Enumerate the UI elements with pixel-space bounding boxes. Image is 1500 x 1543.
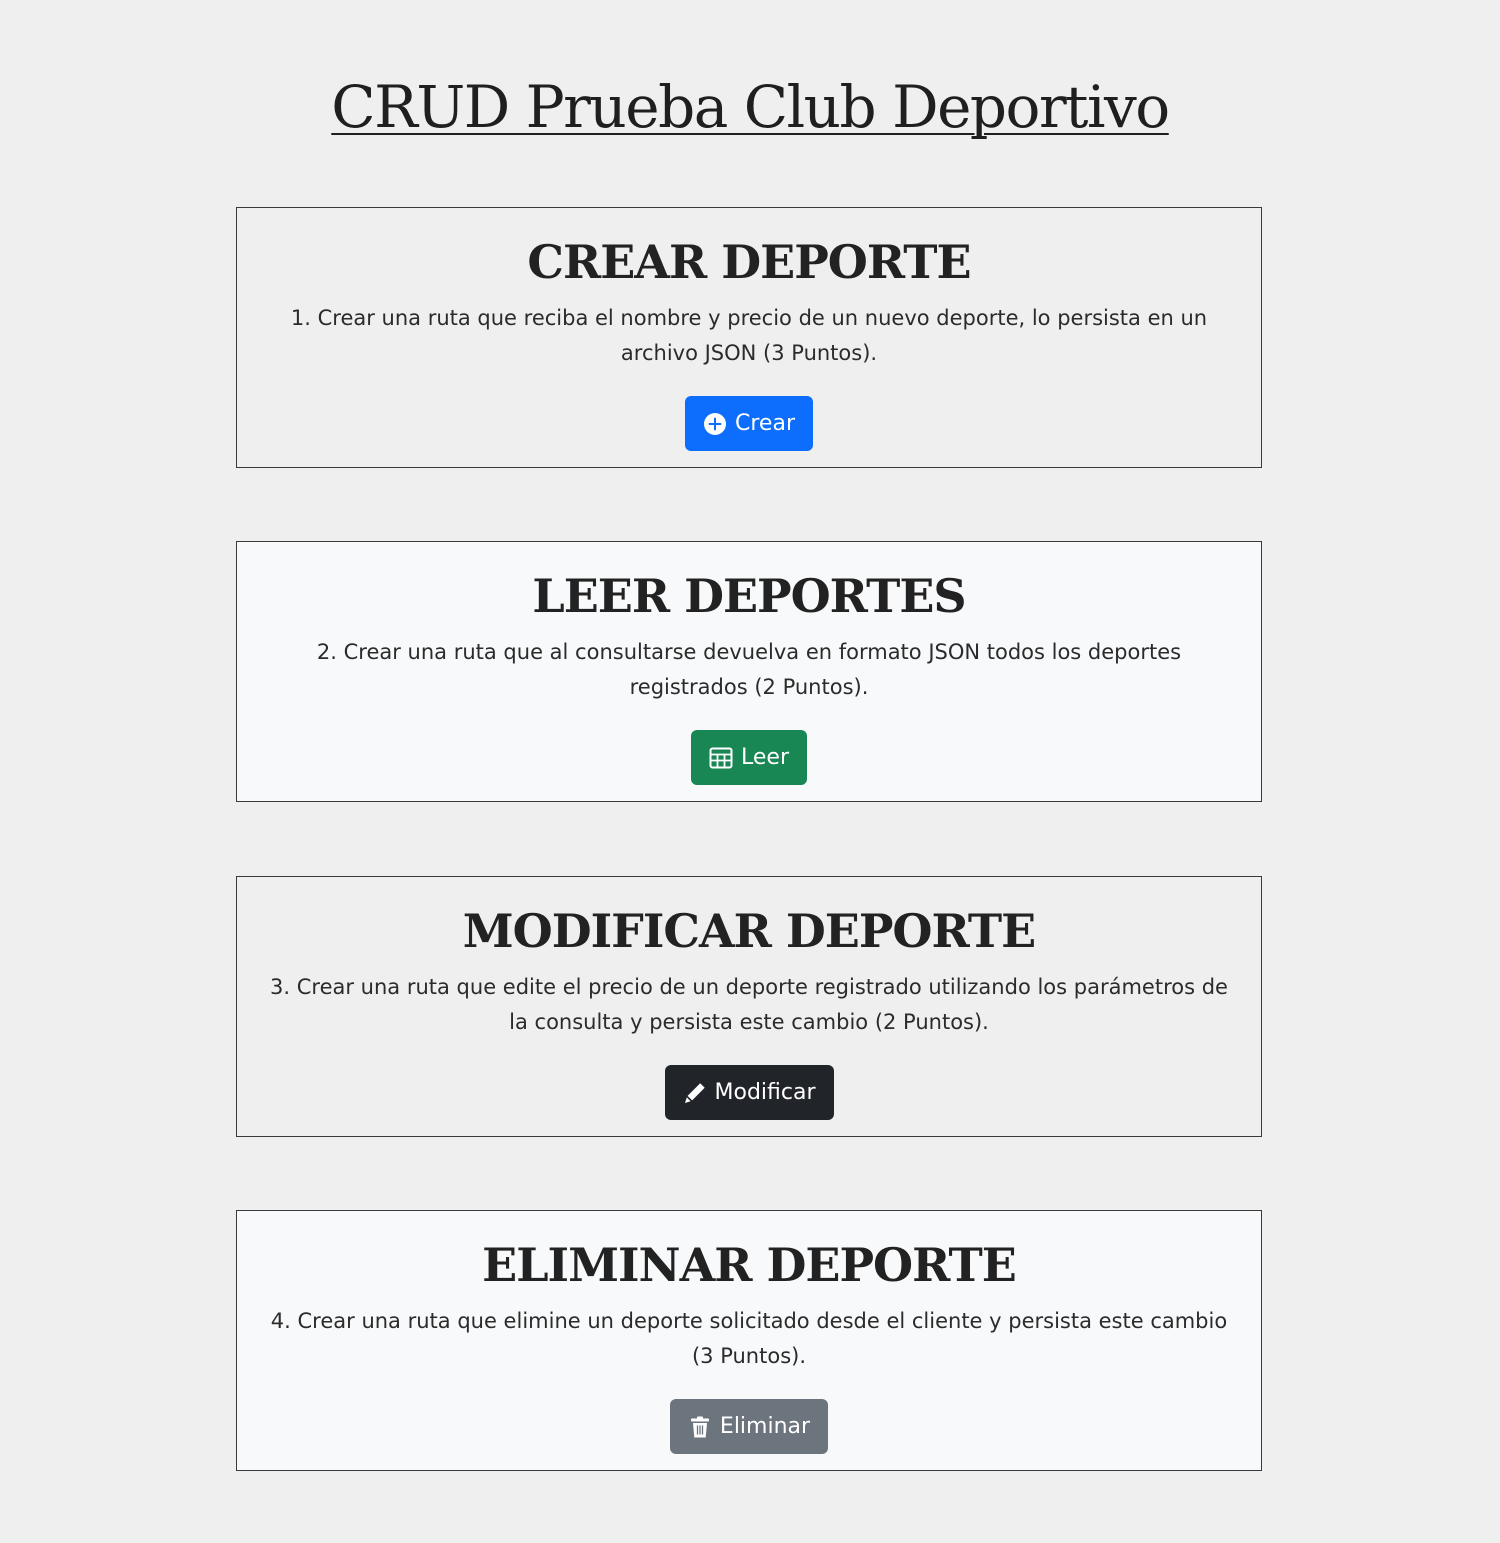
trash-icon — [688, 1415, 712, 1439]
modificar-button[interactable]: Modificar — [664, 1065, 834, 1120]
leer-button[interactable]: Leer — [691, 730, 807, 785]
table-icon — [709, 746, 733, 770]
card-title: CREAR DEPORTE — [527, 235, 971, 289]
card-description: 2. Crear una ruta que al consultarse dev… — [316, 640, 1182, 699]
card-description: 4. Crear una ruta que elimine un deporte… — [270, 1309, 1228, 1368]
eliminar-button-label: Eliminar — [719, 1414, 811, 1439]
card-title: ELIMINAR DEPORTE — [482, 1238, 1017, 1292]
eliminar-button[interactable]: Eliminar — [669, 1399, 829, 1454]
card-description: 3. Crear una ruta que edite el precio de… — [270, 975, 1228, 1034]
modificar-button-label: Modificar — [714, 1080, 816, 1105]
card-description: 1. Crear una ruta que reciba el nombre y… — [290, 306, 1208, 365]
crear-button-label: Crear — [735, 411, 795, 436]
pencil-icon — [683, 1081, 707, 1105]
card-modificar-deporte: MODIFICAR DEPORTE 3. Crear una ruta que … — [236, 876, 1262, 1137]
card-title: MODIFICAR DEPORTE — [462, 904, 1036, 958]
leer-button-label: Leer — [741, 745, 789, 770]
crear-button[interactable]: Crear — [685, 396, 813, 451]
page-title: CRUD Prueba Club Deportivo — [331, 73, 1170, 141]
card-eliminar-deporte: ELIMINAR DEPORTE 4. Crear una ruta que e… — [236, 1210, 1262, 1471]
plus-circle-icon — [703, 412, 727, 436]
card-title: LEER DEPORTES — [532, 569, 966, 623]
card-leer-deportes: LEER DEPORTES 2. Crear una ruta que al c… — [236, 541, 1262, 802]
card-crear-deporte: CREAR DEPORTE 1. Crear una ruta que reci… — [236, 207, 1262, 468]
